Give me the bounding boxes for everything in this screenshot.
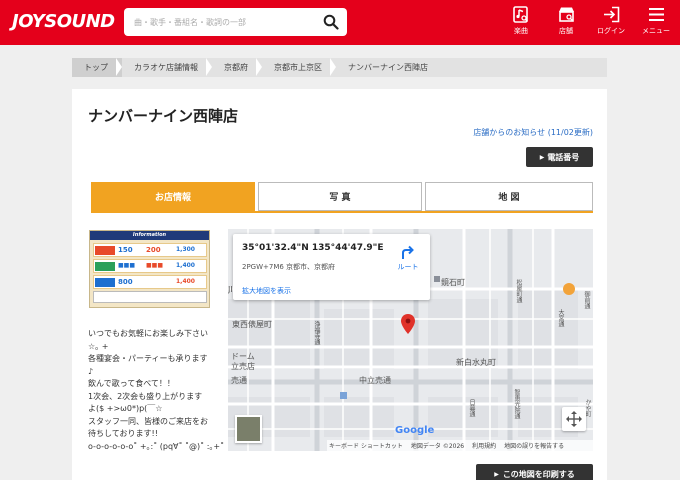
nav-menu-label: メニュー bbox=[642, 27, 670, 35]
nav-login-label: ログイン bbox=[597, 27, 625, 35]
flyer-row: 800 1,400 bbox=[93, 275, 207, 289]
store-card: ナンバーナイン西陣店 店舗からのお知らせ (11/02更新) ▶ 電話番号 お店… bbox=[72, 89, 607, 480]
map-info-card: 35°01'32.4"N 135°44'47.9"E 2PGW+7M6 京都市、… bbox=[233, 234, 430, 300]
report-error-link[interactable]: 地図の誤りを報告する bbox=[504, 441, 564, 450]
message-line: 飲んで歌って食べて！！ bbox=[88, 379, 175, 388]
flyer-row: ■■■ ■■■ 1,400 bbox=[93, 259, 207, 273]
map-label-jofuku: 浄福寺通 bbox=[313, 321, 320, 345]
print-map-button[interactable]: ▶ この地図を印刷する bbox=[476, 464, 593, 480]
phone-number-label: 電話番号 bbox=[547, 152, 580, 162]
flyer-row: 150 200 1,300 bbox=[93, 243, 207, 257]
location-pin-icon[interactable] bbox=[401, 314, 415, 334]
breadcrumb-current-store: ナンバーナイン西陣店 bbox=[348, 63, 428, 72]
message-line: o-o-o-o-o-o˚ +｡:˚ (pq∀˚ ˚@)˚ :｡+˚ bbox=[88, 441, 225, 451]
map-plus-code: 2PGW+7M6 京都市、京都府 bbox=[242, 263, 336, 271]
terms-link[interactable]: 利用規約 bbox=[472, 441, 496, 450]
breadcrumb-kamigyo[interactable]: 京都市上京区 bbox=[262, 58, 336, 77]
nav-login-button[interactable]: ログイン bbox=[593, 6, 629, 40]
store-notice-link[interactable]: 店舗からのお知らせ (11/02更新) bbox=[473, 127, 593, 138]
tab-photos[interactable]: 写 真 bbox=[258, 182, 422, 211]
map-label-shinshiro: 新白水丸町 bbox=[456, 358, 496, 367]
music-search-icon bbox=[513, 6, 528, 23]
map-label-matsuya: 松屋町通 bbox=[515, 279, 522, 303]
search-box bbox=[124, 8, 347, 36]
keyboard-shortcuts-link[interactable]: キーボード ショートカット bbox=[329, 441, 403, 450]
breadcrumb-top[interactable]: トップ bbox=[72, 58, 122, 77]
store-message: いつでもお気軽にお楽しみ下さい ☆｡ + 各種宴会・パーティーも承ります ♪ 飲… bbox=[88, 328, 225, 453]
fullscreen-icon bbox=[566, 411, 582, 427]
tab-map[interactable]: 地 図 bbox=[425, 182, 593, 211]
map-label-ji: JI bbox=[228, 285, 233, 294]
tab-store-info[interactable]: お店情報 bbox=[91, 182, 255, 211]
breadcrumb: トップ カラオケ店舗情報 京都府 京都市上京区 ナンバーナイン西陣店 bbox=[72, 58, 607, 77]
map-coordinates: 35°01'32.4"N 135°44'47.9"E bbox=[242, 243, 384, 253]
phone-number-button[interactable]: ▶ 電話番号 bbox=[526, 147, 593, 167]
google-logo: Google bbox=[395, 425, 435, 436]
play-arrow-icon: ▶ bbox=[494, 470, 499, 478]
message-line: 1次会、2次会も盛り上がります bbox=[88, 391, 203, 401]
map-label-hinokuchi: 日暮通 bbox=[468, 399, 475, 417]
menu-icon bbox=[648, 8, 664, 21]
message-line: ♪ bbox=[88, 366, 94, 376]
google-map[interactable]: 鏡石町 東西俵屋町 新白水丸町 中立売通 売通 JI ドーム 立売店 浄福寺通 … bbox=[228, 229, 593, 451]
flyer-row bbox=[93, 291, 207, 303]
message-line: 待ちしております!! bbox=[88, 429, 158, 438]
message-line: いつでもお気軽にお楽しみ下さい bbox=[88, 329, 208, 338]
nav-store-label: 店舗 bbox=[559, 27, 573, 35]
tab-bar: お店情報 写 真 地 図 bbox=[91, 182, 593, 213]
message-line: 各種宴会・パーティーも承ります bbox=[88, 354, 208, 363]
enlarge-map-link[interactable]: 拡大地図を表示 bbox=[242, 286, 291, 296]
map-label-dome-sub: 立売店 bbox=[231, 362, 255, 371]
flyer-heading: Information bbox=[90, 231, 209, 240]
message-line: ☆｡ + bbox=[88, 341, 109, 351]
print-map-label: この地図を印刷する bbox=[502, 469, 575, 479]
nav-menu-button[interactable]: メニュー bbox=[638, 6, 674, 40]
search-icon[interactable] bbox=[323, 14, 339, 30]
nav-store-button[interactable]: 店舗 bbox=[548, 6, 584, 40]
search-input[interactable] bbox=[134, 13, 314, 31]
map-label-uri: 売通 bbox=[231, 376, 247, 385]
satellite-toggle[interactable] bbox=[235, 415, 262, 443]
fullscreen-button[interactable] bbox=[562, 407, 586, 431]
message-line: スタッフ一同、皆様のご来店をお bbox=[88, 416, 208, 426]
map-label-higashi-tawaraya: 東西俵屋町 bbox=[232, 320, 272, 329]
map-attribution: キーボード ショートカット 地図データ ©2026 利用規約 地図の誤りを報告す… bbox=[327, 440, 593, 451]
map-label-chiekoin: 智恵光院通 bbox=[513, 389, 520, 419]
joysound-logo[interactable]: JOYSOUND bbox=[12, 10, 115, 34]
route-button[interactable]: ルート bbox=[393, 244, 423, 272]
play-arrow-icon: ▶ bbox=[539, 153, 545, 161]
map-label-nakadachiuri: 中立売通 bbox=[359, 376, 391, 385]
breadcrumb-kyoto-pref[interactable]: 京都府 bbox=[212, 58, 262, 77]
nav-music-button[interactable]: 楽曲 bbox=[503, 6, 539, 40]
map-label-kagamiishi: 鏡石町 bbox=[441, 278, 465, 287]
store-search-icon bbox=[558, 7, 574, 22]
login-icon bbox=[603, 6, 619, 23]
map-label-gotei: 御前通 bbox=[583, 291, 590, 309]
breadcrumb-karaoke-stores[interactable]: カラオケ店舗情報 bbox=[122, 58, 212, 77]
map-data-credit: 地図データ ©2026 bbox=[410, 443, 465, 450]
nav-music-label: 楽曲 bbox=[514, 27, 528, 35]
site-header: JOYSOUND 楽曲 店舗 ログイン bbox=[0, 0, 680, 45]
message-line: よ($ +>ω0*)p(￣☆ bbox=[88, 404, 163, 413]
directions-icon bbox=[402, 245, 414, 259]
store-flyer-image[interactable]: Information 150 200 1,300 ■■■ ■■■ 1,400 … bbox=[89, 230, 210, 308]
page-title: ナンバーナイン西陣店 bbox=[88, 107, 239, 125]
map-label-omiya: 大宮通 bbox=[557, 309, 564, 327]
route-label: ルート bbox=[397, 263, 419, 271]
